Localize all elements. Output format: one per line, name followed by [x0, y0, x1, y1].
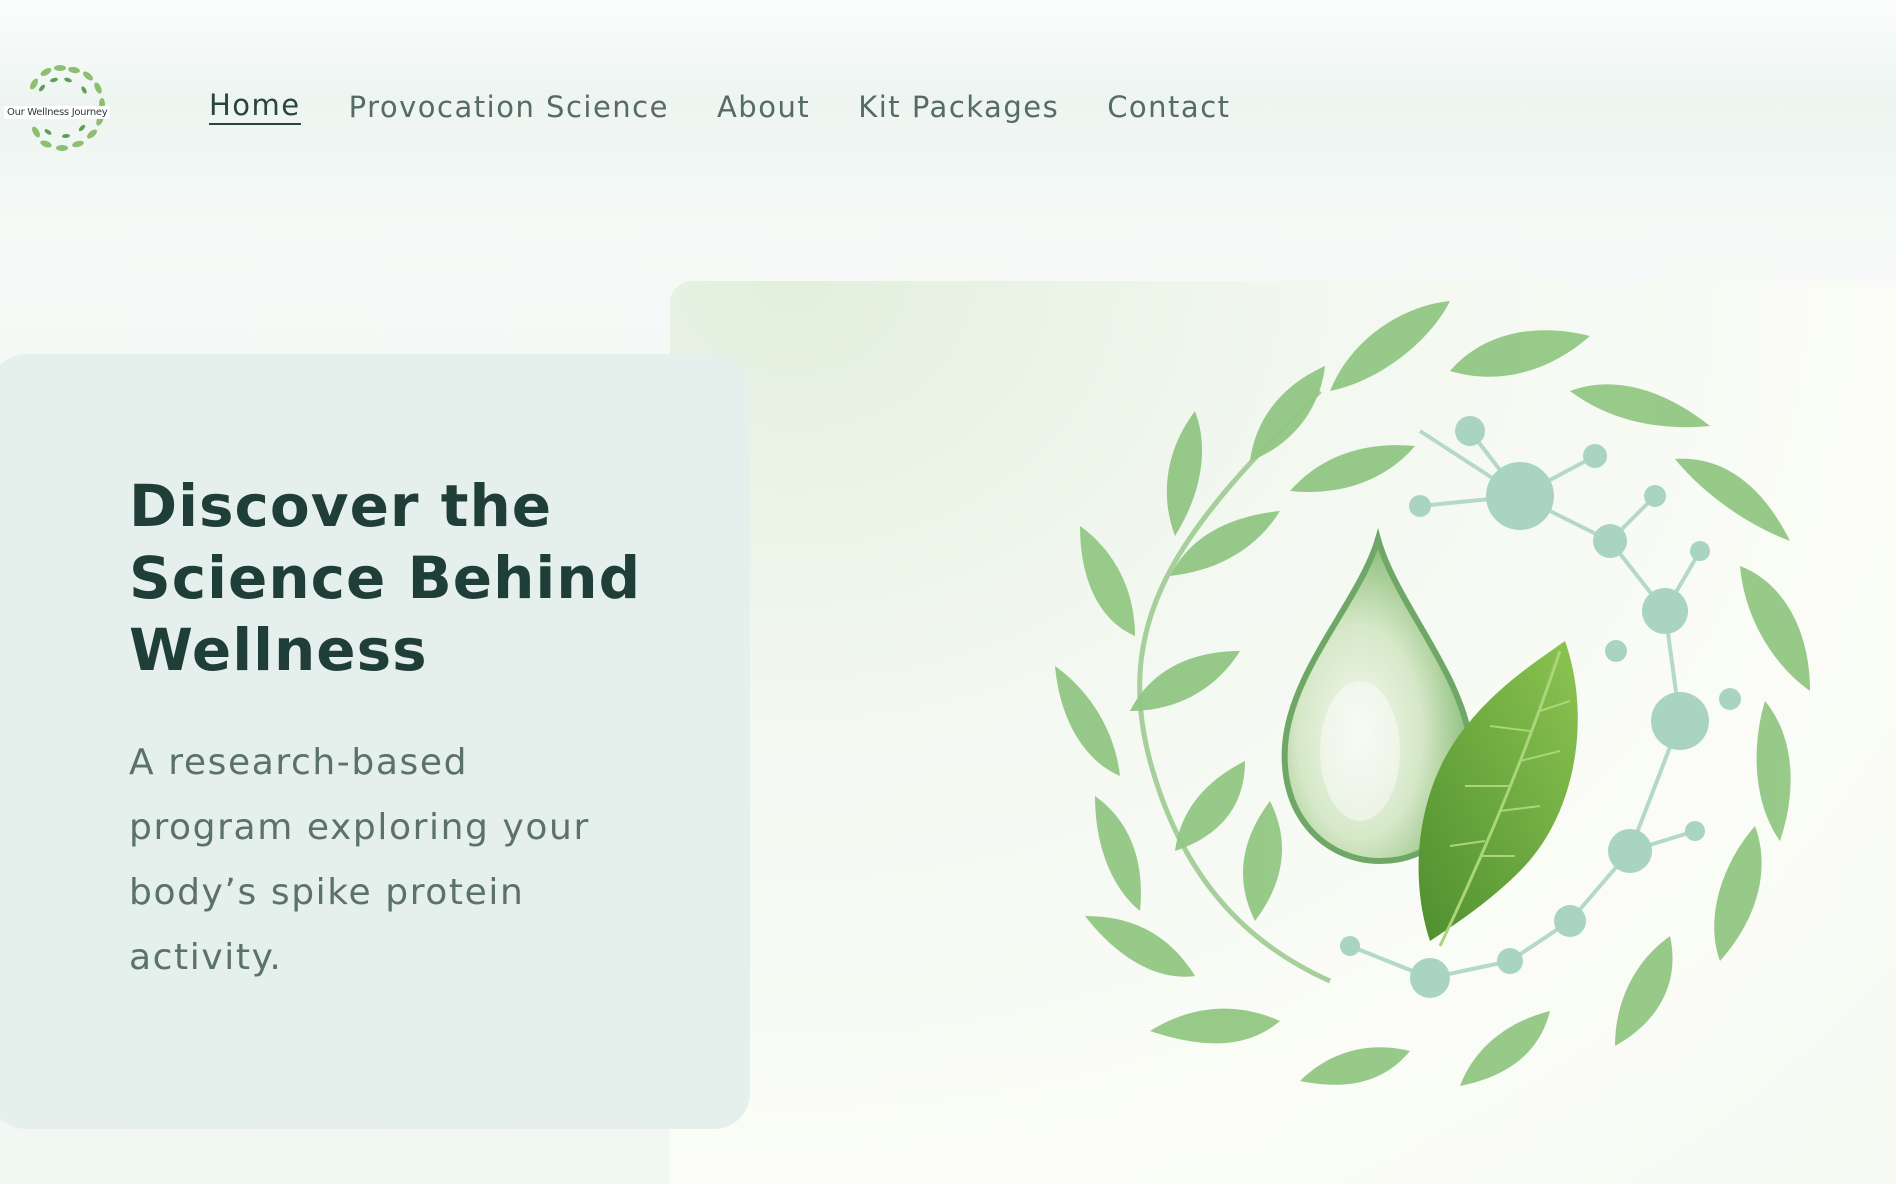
water-drop-leaf-wreath-icon [1055, 301, 1810, 1086]
hero-title: Discover the Science Behind Wellness [129, 472, 642, 684]
nav-item-home[interactable]: Home [209, 88, 301, 125]
nav-item-kit-packages[interactable]: Kit Packages [858, 90, 1059, 124]
logo-text: Our Wellness Journey [4, 106, 111, 119]
nav-item-provocation-science[interactable]: Provocation Science [349, 90, 669, 124]
page: Our Wellness Journey Home Provocation Sc… [0, 0, 1896, 1184]
nav-item-contact[interactable]: Contact [1107, 90, 1230, 124]
nav-item-about[interactable]: About [717, 90, 810, 124]
hero-illustration [670, 281, 1896, 1184]
site-header: Our Wellness Journey Home Provocation Sc… [0, 0, 1896, 220]
hero-subtitle: A research-based program exploring your … [129, 742, 590, 978]
main-nav: Home Provocation Science About Kit Packa… [209, 88, 1231, 125]
